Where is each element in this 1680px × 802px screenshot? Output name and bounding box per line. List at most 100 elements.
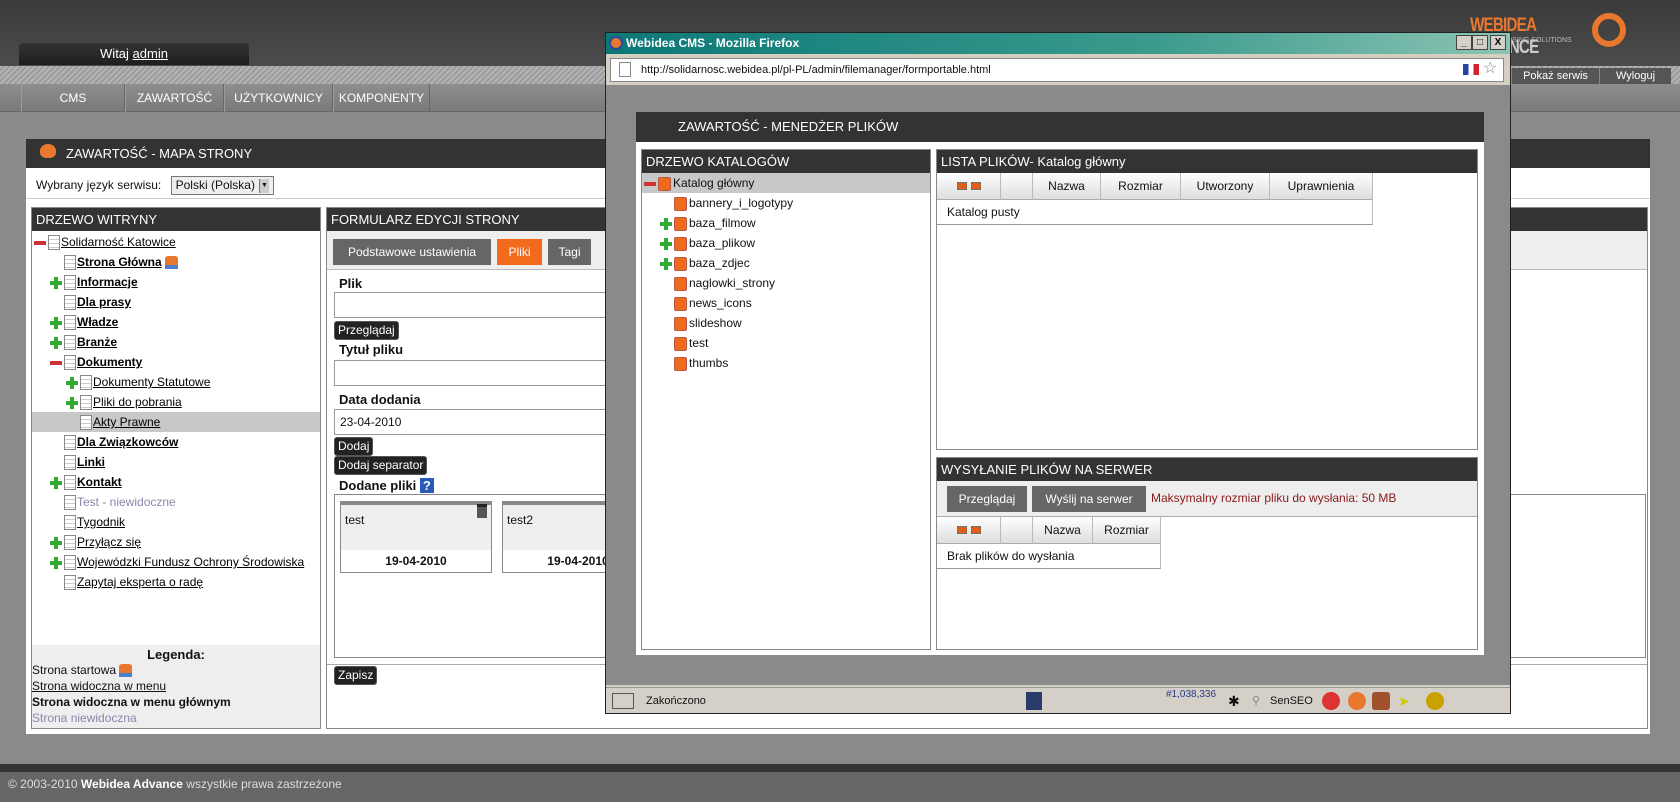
tree-item[interactable]: Zapytaj eksperta o radę xyxy=(32,572,320,592)
dir-item[interactable]: thumbs xyxy=(642,353,930,373)
stop-icon[interactable] xyxy=(1322,692,1340,710)
tree-item[interactable]: Dokumenty xyxy=(32,352,320,372)
tree-item[interactable]: Akty Prawne xyxy=(32,412,320,432)
collapse-icon[interactable] xyxy=(34,237,46,249)
browse-button[interactable]: Przeglądaj xyxy=(334,321,399,340)
search-icon[interactable]: ⚲ xyxy=(1252,688,1260,714)
menu-content[interactable]: ZAWARTOŚĆ xyxy=(125,84,224,112)
bug-icon[interactable]: ✱ xyxy=(1228,688,1240,714)
tree-item[interactable]: Władze xyxy=(32,312,320,332)
add-button[interactable]: Dodaj xyxy=(334,437,374,456)
close-button[interactable]: X xyxy=(1490,35,1506,50)
tab-files[interactable]: Pliki xyxy=(497,239,542,265)
tree-item-label[interactable]: Solidarność Katowice xyxy=(61,235,176,249)
show-site-link[interactable]: Pokaż serwis xyxy=(1511,68,1599,84)
tree-item[interactable]: Dla prasy xyxy=(32,292,320,312)
star-icon[interactable]: ☆ xyxy=(1483,60,1497,78)
tree-item-label[interactable]: Pliki do pobrania xyxy=(93,395,182,409)
tab-basic-settings[interactable]: Podstawowe ustawienia xyxy=(333,239,491,265)
tree-item-label[interactable]: Dokumenty xyxy=(77,355,142,369)
dir-item[interactable]: bannery_i_logotypy xyxy=(642,193,930,213)
tab-tags[interactable]: Tagi xyxy=(548,239,591,265)
seo-icon[interactable] xyxy=(1426,692,1444,710)
col-name[interactable]: Nazwa xyxy=(1033,173,1101,200)
expand-icon[interactable] xyxy=(50,316,62,329)
send-to-server-button[interactable]: Wyślij na serwer xyxy=(1032,486,1146,512)
tree-item[interactable]: Kontakt xyxy=(32,472,320,492)
col-permissions[interactable]: Uprawnienia xyxy=(1270,173,1373,200)
tree-item[interactable]: Informacje xyxy=(32,272,320,292)
menu-components[interactable]: KOMPONENTY xyxy=(333,84,430,112)
expand-icon[interactable] xyxy=(50,536,62,549)
save-button[interactable]: Zapisz xyxy=(334,666,378,685)
trash-icon[interactable] xyxy=(477,504,487,518)
tree-item[interactable]: Solidarność Katowice xyxy=(32,232,320,252)
tree-item-label[interactable]: Dla prasy xyxy=(77,295,131,309)
tree-item-label[interactable]: Linki xyxy=(77,455,105,469)
expand-icon[interactable] xyxy=(660,257,672,270)
tree-item-label[interactable]: Przyłącz się xyxy=(77,535,141,549)
select-toggle-icons[interactable] xyxy=(937,517,1001,544)
upload-browse-button[interactable]: Przeglądaj xyxy=(947,486,1027,512)
expand-icon[interactable] xyxy=(66,376,78,389)
tree-item[interactable]: Branże xyxy=(32,332,320,352)
expand-icon[interactable] xyxy=(50,336,62,349)
menu-users[interactable]: UŻYTKOWNICY xyxy=(224,84,333,112)
tree-item-label[interactable]: Test - niewidoczne xyxy=(77,495,176,509)
expand-icon[interactable] xyxy=(660,237,672,250)
dir-item[interactable]: baza_filmow xyxy=(642,213,930,233)
dir-root[interactable]: Katalog główny xyxy=(642,173,930,193)
dir-item[interactable]: test xyxy=(642,333,930,353)
tree-item[interactable]: Dokumenty Statutowe xyxy=(32,372,320,392)
window-titlebar[interactable]: Webidea CMS - Mozilla Firefox _ □ X xyxy=(606,33,1510,54)
col-created[interactable]: Utworzony xyxy=(1181,173,1270,200)
file-card[interactable]: test 19-04-2010 xyxy=(340,501,492,573)
tree-item-label[interactable]: Dla Związkowców xyxy=(77,435,178,449)
dir-item[interactable]: slideshow xyxy=(642,313,930,333)
tree-item[interactable]: Linki xyxy=(32,452,320,472)
tree-item[interactable]: Tygodnik xyxy=(32,512,320,532)
download-icon[interactable] xyxy=(1372,692,1390,710)
tree-item[interactable]: Test - niewidoczne xyxy=(32,492,320,512)
tree-item[interactable]: Pliki do pobrania xyxy=(32,392,320,412)
cursor-icon[interactable]: ➤ xyxy=(1398,692,1416,710)
help-icon[interactable]: ? xyxy=(419,478,434,493)
maximize-button[interactable]: □ xyxy=(1472,35,1488,50)
tree-item-label[interactable]: Strona Główna xyxy=(77,255,162,269)
add-separator-button[interactable]: Dodaj separator xyxy=(334,456,428,475)
tree-item[interactable]: Dla Związkowców xyxy=(32,432,320,452)
dir-item[interactable]: news_icons xyxy=(642,293,930,313)
select-toggle-icons[interactable] xyxy=(937,173,1001,200)
language-select[interactable]: Polski (Polska) ▼ xyxy=(170,176,274,195)
expand-icon[interactable] xyxy=(660,217,672,230)
logout-link[interactable]: Wyloguj xyxy=(1599,68,1671,84)
firefox-icon[interactable] xyxy=(1348,692,1366,710)
col-size[interactable]: Rozmiar xyxy=(1093,517,1161,544)
tree-item-label[interactable]: Zapytaj eksperta o radę xyxy=(77,575,203,589)
username-link[interactable]: admin xyxy=(133,46,168,61)
tree-item-label[interactable]: Akty Prawne xyxy=(93,415,160,429)
tree-item[interactable]: Wojewódzki Fundusz Ochrony Środowiska xyxy=(32,552,320,572)
tree-item-label[interactable]: Kontakt xyxy=(77,475,122,489)
collapse-icon[interactable] xyxy=(644,178,656,190)
expand-icon[interactable] xyxy=(66,396,78,409)
minimize-button[interactable]: _ xyxy=(1456,35,1472,50)
tree-item-label[interactable]: Wojewódzki Fundusz Ochrony Środowiska xyxy=(77,555,304,569)
tree-item[interactable]: Strona Główna xyxy=(32,252,320,272)
tree-item-label[interactable]: Tygodnik xyxy=(77,515,125,529)
dir-item[interactable]: baza_zdjec xyxy=(642,253,930,273)
dir-item[interactable]: naglowki_strony xyxy=(642,273,930,293)
url-bar[interactable]: http://solidarnosc.webidea.pl/pl-PL/admi… xyxy=(610,58,1504,82)
collapse-icon[interactable] xyxy=(50,357,62,369)
tree-item-label[interactable]: Dokumenty Statutowe xyxy=(93,375,210,389)
col-size[interactable]: Rozmiar xyxy=(1101,173,1181,200)
expand-icon[interactable] xyxy=(50,556,62,569)
tree-item-label[interactable]: Informacje xyxy=(77,275,138,289)
col-name[interactable]: Nazwa xyxy=(1033,517,1093,544)
tree-item[interactable]: Przyłącz się xyxy=(32,532,320,552)
expand-icon[interactable] xyxy=(50,276,62,289)
tree-item-label[interactable]: Władze xyxy=(77,315,118,329)
expand-icon[interactable] xyxy=(50,476,62,489)
dir-item[interactable]: baza_plikow xyxy=(642,233,930,253)
menu-cms[interactable]: CMS xyxy=(21,84,125,112)
